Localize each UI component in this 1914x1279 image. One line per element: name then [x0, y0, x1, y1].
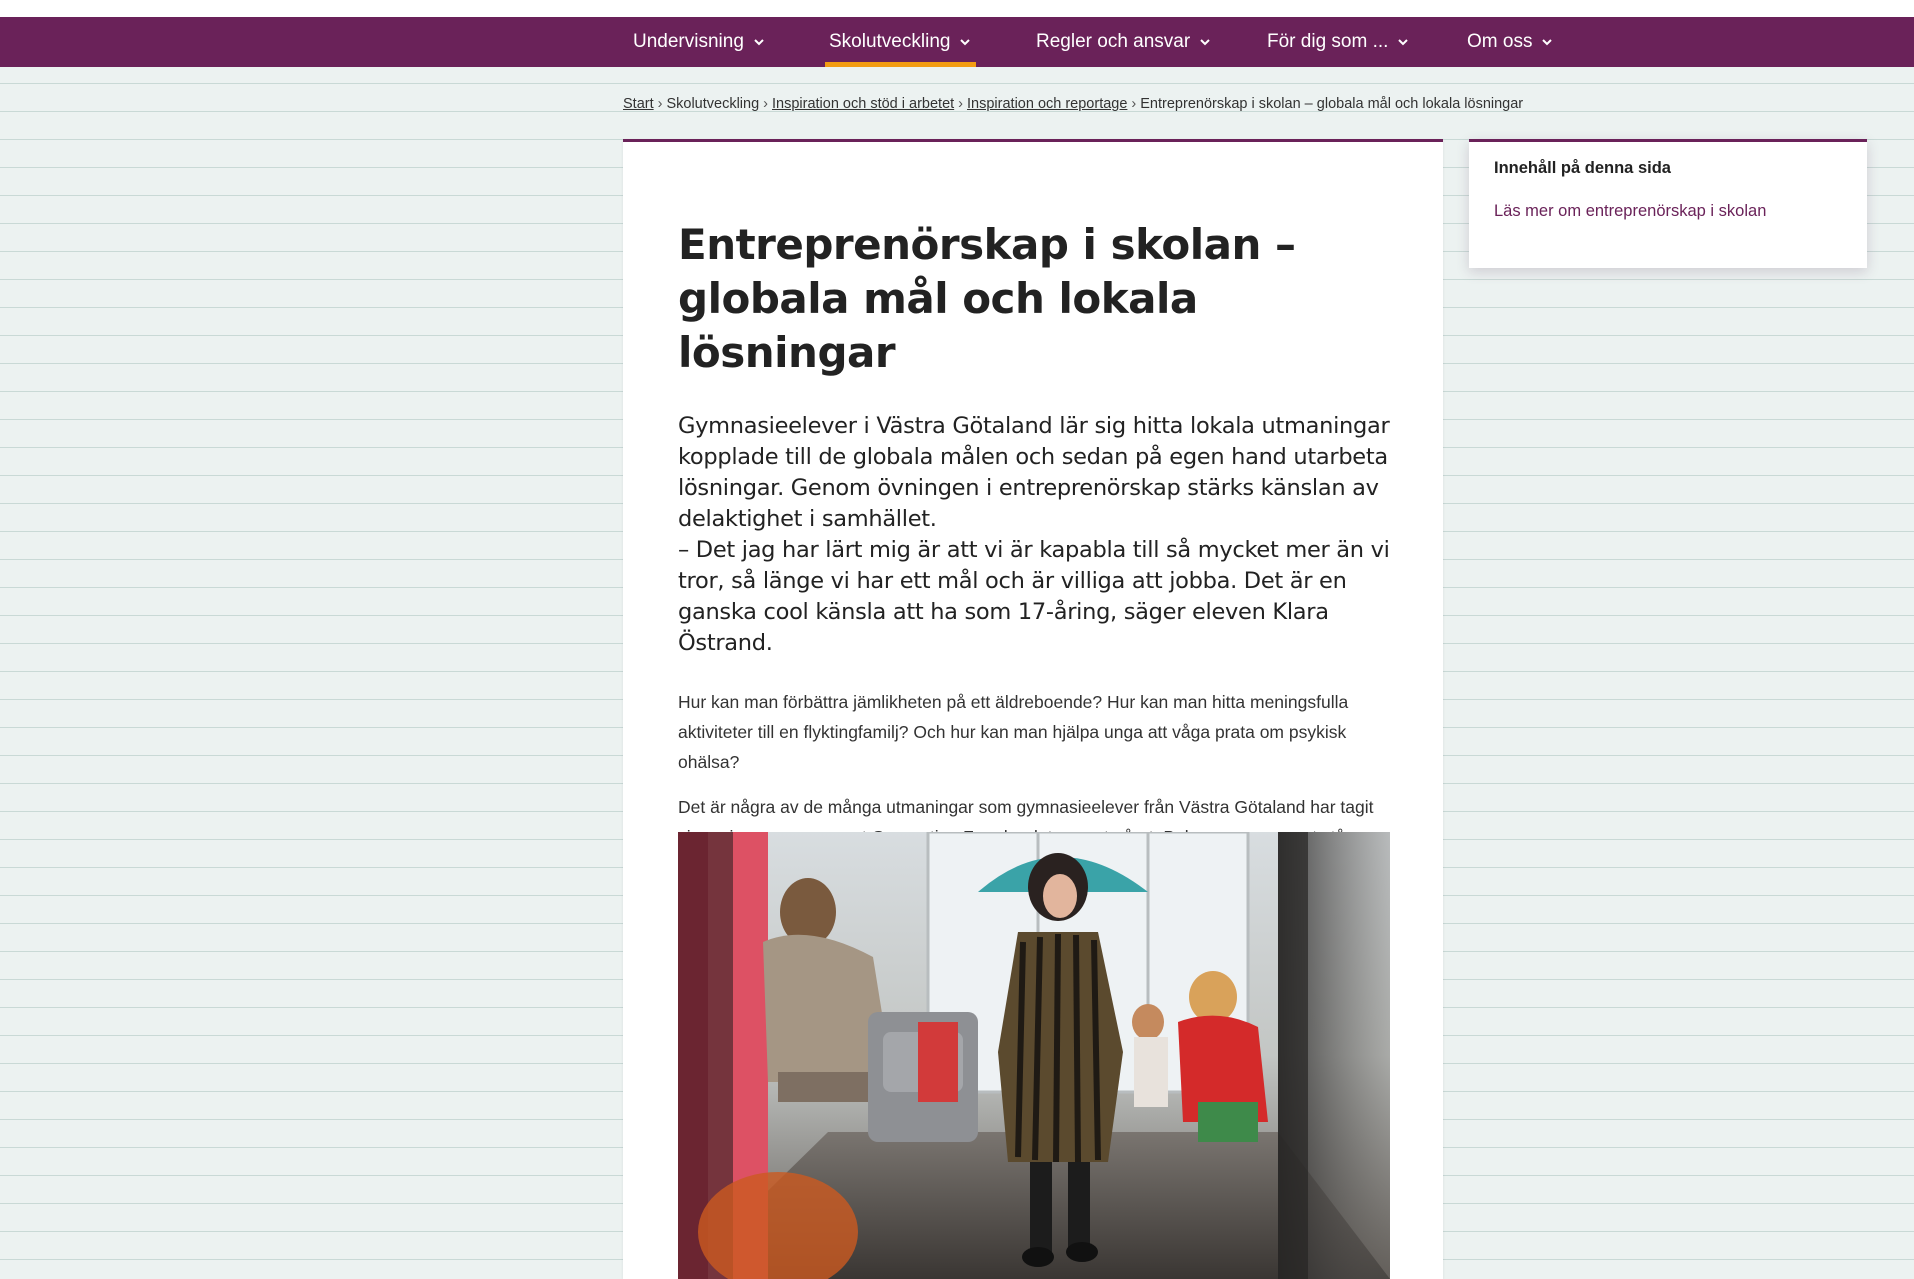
nav-item-label: För dig som ...	[1267, 31, 1389, 52]
nav-item-regler-och-ansvar[interactable]: Regler och ansvar	[1036, 17, 1212, 67]
article-photo	[678, 832, 1390, 1279]
breadcrumb-item-skolutveckling: Skolutveckling	[666, 96, 760, 112]
nav-item-undervisning[interactable]: Undervisning	[633, 17, 766, 67]
top-strip	[0, 0, 1914, 17]
table-of-contents: Innehåll på denna sida Läs mer om entrep…	[1469, 139, 1867, 268]
toc-title: Innehåll på denna sida	[1494, 159, 1671, 177]
breadcrumb-separator: ›	[657, 96, 663, 112]
chevron-down-icon	[1542, 39, 1553, 46]
breadcrumb: Start › Skolutveckling › Inspiration och stö…	[623, 96, 1873, 112]
chevron-down-icon	[754, 39, 764, 46]
nav-item-label: Skolutveckling	[829, 31, 951, 52]
breadcrumb-separator: ›	[958, 96, 964, 112]
nav-item-skolutveckling[interactable]: Skolutveckling	[824, 17, 977, 67]
breadcrumb-link-inspiration-och-reportage[interactable]: Inspiration och reportage	[967, 96, 1127, 112]
lead-paragraph: Gymnasieelever i Västra Götaland lär sig…	[678, 413, 1390, 532]
article-lead: Gymnasieelever i Västra Götaland lär sig…	[678, 411, 1390, 659]
nav-item-label: Regler och ansvar	[1036, 31, 1191, 52]
nav-item-label: Om oss	[1467, 31, 1533, 52]
article-content: Entreprenörskap i skolan – globala mål o…	[678, 218, 1390, 927]
toc-link-las-mer[interactable]: Läs mer om entreprenörskap i skolan	[1494, 202, 1766, 221]
chevron-down-icon	[1200, 39, 1210, 46]
breadcrumb-separator: ›	[763, 96, 768, 112]
chevron-down-icon	[1398, 39, 1409, 46]
body-paragraph: Hur kan man förbättra jämlikheten på ett…	[678, 692, 1349, 772]
lead-quote: – Det jag har lärt mig är att vi är kapa…	[678, 537, 1390, 656]
breadcrumb-separator: ›	[1131, 96, 1137, 112]
breadcrumb-link-start[interactable]: Start	[623, 96, 654, 112]
page-title: Entreprenörskap i skolan – globala mål o…	[678, 220, 1296, 377]
breadcrumb-link-inspiration-och-stod[interactable]: Inspiration och stöd i arbetet	[772, 96, 954, 112]
breadcrumb-current-page: Entreprenörskap i skolan – globala mål o…	[1140, 96, 1524, 112]
nav-item-for-dig-som[interactable]: För dig som ...	[1267, 17, 1410, 67]
article-card: Entreprenörskap i skolan – globala mål o…	[623, 139, 1443, 1279]
nav-item-om-oss[interactable]: Om oss	[1467, 17, 1554, 67]
chevron-down-icon	[960, 39, 971, 46]
main-navigation: Undervisning Skolutveckling Regler och a…	[0, 17, 1914, 67]
classroom-photo-illustration	[678, 832, 1390, 1279]
nav-item-label: Undervisning	[633, 31, 744, 52]
